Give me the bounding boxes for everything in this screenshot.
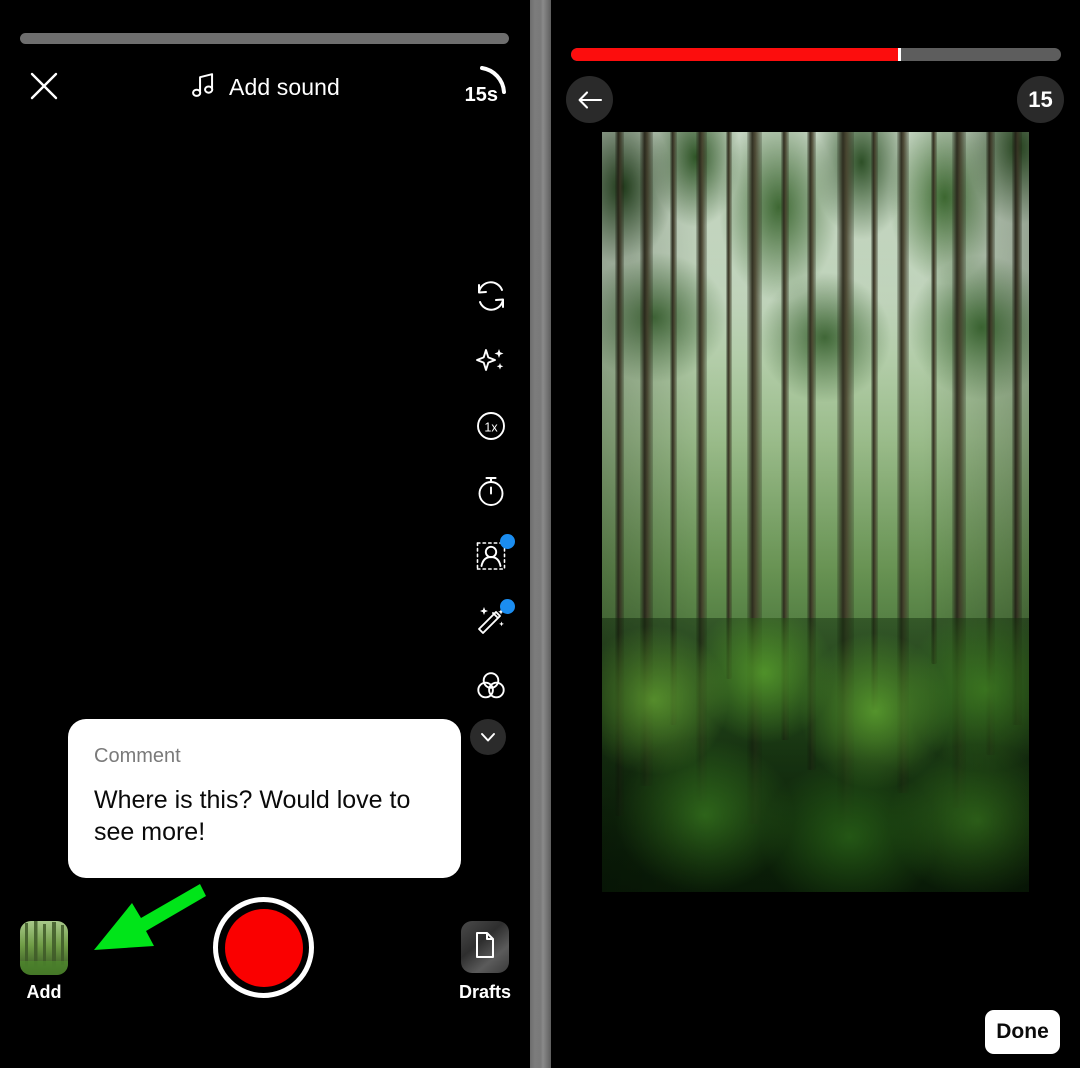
speed-1x-icon[interactable]: 1x <box>473 408 509 444</box>
filters-icon[interactable] <box>473 668 509 704</box>
record-screen-panel: Add sound 15s 1x Comment Where is this? … <box>0 0 530 1068</box>
green-annotation-arrow <box>78 872 218 972</box>
document-icon <box>474 931 496 963</box>
chevron-down-icon[interactable] <box>470 719 506 755</box>
magic-wand-icon[interactable] <box>473 599 515 639</box>
forest-video-preview[interactable] <box>602 132 1029 892</box>
add-sound-label: Add sound <box>229 74 340 100</box>
back-button[interactable] <box>566 76 613 123</box>
screenshot-root: Add sound 15s 1x Comment Where is this? … <box>0 0 1080 1068</box>
add-media-label: Add <box>26 982 62 1002</box>
green-screen-icon[interactable] <box>473 534 515 574</box>
record-button[interactable] <box>213 897 314 998</box>
flip-camera-icon[interactable] <box>473 278 509 314</box>
timer-icon[interactable] <box>473 473 509 509</box>
add-sound-button[interactable]: Add sound <box>190 71 340 104</box>
record-button-inner <box>224 908 303 987</box>
tool-rail: 1x <box>473 278 515 704</box>
add-media-button[interactable] <box>20 921 68 975</box>
music-note-icon <box>190 71 216 104</box>
clip-count-badge[interactable]: 15 <box>1017 76 1064 123</box>
record-timer-badge[interactable]: 15s <box>452 62 514 118</box>
svg-text:1x: 1x <box>484 421 498 435</box>
record-timer-label: 15s <box>464 84 498 106</box>
comment-card-body: Where is this? Would love to see more! <box>94 786 411 846</box>
done-button[interactable]: Done <box>985 1010 1060 1054</box>
comment-card-title: Comment <box>94 745 181 767</box>
panel-divider <box>530 0 551 1068</box>
retouch-badge <box>500 599 515 614</box>
recording-progress-bar[interactable] <box>571 48 1061 61</box>
green-screen-badge <box>500 534 515 549</box>
forest-artwork <box>602 132 1029 892</box>
effects-sparkle-icon[interactable] <box>473 343 509 379</box>
close-icon[interactable] <box>28 70 60 102</box>
top-scrubber-track[interactable] <box>20 33 509 44</box>
drafts-label: Drafts <box>458 982 511 1002</box>
clip-count-label: 15 <box>1028 86 1053 112</box>
video-trim-panel: 15 Done <box>551 0 1080 1068</box>
drafts-button[interactable] <box>461 921 509 973</box>
comment-sticker-card[interactable]: Comment Where is this? Would love to see… <box>68 719 461 878</box>
recording-progress-knob <box>898 48 902 61</box>
recording-progress-fill <box>571 48 900 61</box>
